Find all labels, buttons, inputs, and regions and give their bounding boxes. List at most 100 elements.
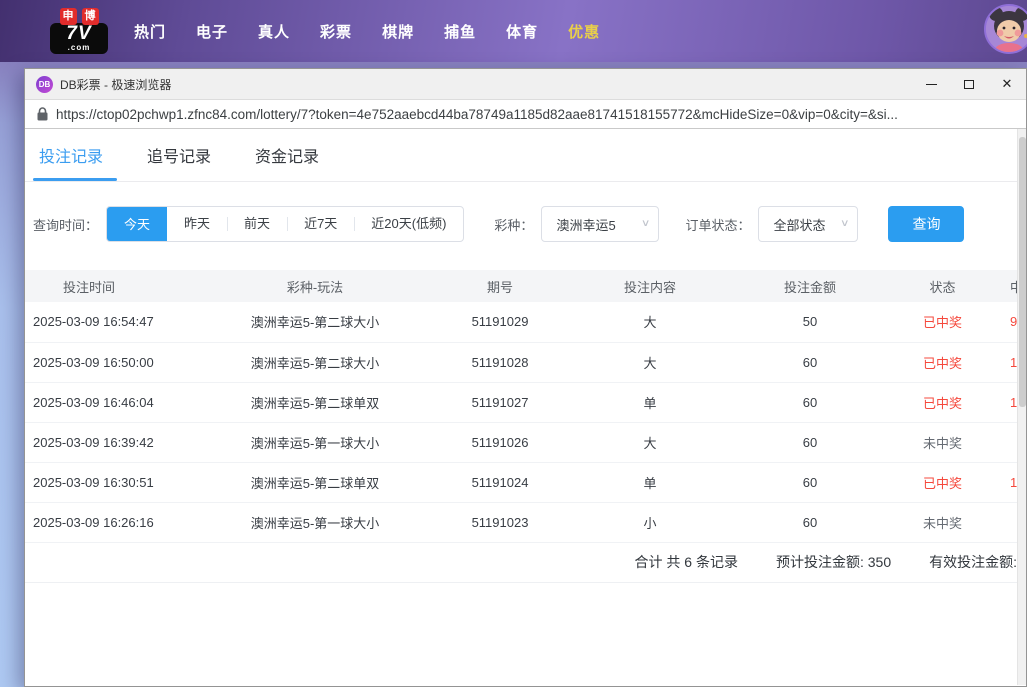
minimize-icon [926,84,937,85]
cell-bet-content: 大 [565,422,735,462]
time-filter-label: 查询时间： [33,215,98,234]
nav-item-live[interactable]: 真人 [258,21,290,42]
cell-bet-time: 2025-03-09 16:39:42 [25,422,195,462]
table-header-row: 投注时间彩种-玩法期号投注内容投注金额状态中奖金额 [25,270,1017,302]
nav-item-sports[interactable]: 体育 [506,21,538,42]
cell-bet-amount: 60 [735,422,885,462]
table-row: 2025-03-09 16:54:47澳洲幸运5-第二球大小51191029大5… [25,302,1017,342]
tabs-bar: 投注记录追号记录资金记录 [25,129,1017,182]
avatar-illustration [986,6,1027,52]
cell-game-play: 澳洲幸运5-第一球大小 [195,422,435,462]
lottery-select-value: 澳洲幸运5 [556,215,615,234]
cell-game-play: 澳洲幸运5-第二球单双 [195,382,435,422]
summary-total: 合计 共 6 条记录 [635,552,738,572]
column-header-2: 彩种-玩法 [195,270,435,302]
lock-icon [37,107,48,121]
cell-game-play: 澳洲幸运5-第二球单双 [195,462,435,502]
summary-row: 合计 共 6 条记录 预计投注金额: 350 有效投注金额: [25,543,1017,583]
cell-issue-number: 51191029 [435,302,565,342]
nav-item-chess[interactable]: 棋牌 [382,21,414,42]
close-button[interactable]: ✕ [988,69,1026,99]
tab-bet-records[interactable]: 投注记录 [37,129,105,181]
maximize-button[interactable] [950,69,988,99]
cell-prize-amount [1000,502,1017,542]
cell-prize-amount: 1 [1000,342,1017,382]
cell-bet-amount: 50 [735,302,885,342]
tab-chase-records[interactable]: 追号记录 [145,129,213,181]
tab-funds-records[interactable]: 资金记录 [253,129,321,181]
cell-issue-number: 51191024 [435,462,565,502]
column-header-6: 状态 [885,270,1000,302]
time-option-yesterday[interactable]: 昨天 [167,207,227,241]
cell-bet-amount: 60 [735,462,885,502]
logo-badge-shen: 申 [60,8,77,25]
cell-issue-number: 51191023 [435,502,565,542]
url-text: https://ctop02pchwp1.zfnc84.com/lottery/… [56,107,898,122]
time-filter-group: 今天昨天前天近7天近20天(低频) [106,206,464,242]
search-button[interactable]: 查询 [888,206,964,242]
cell-bet-amount: 60 [735,502,885,542]
time-option-last-20-days[interactable]: 近20天(低频) [354,207,463,241]
browser-window: DB DB彩票 - 极速浏览器 ✕ https://ctop02pchwp1.z… [24,68,1027,687]
cell-prize-amount: 1 [1000,382,1017,422]
lottery-filter-label: 彩种： [494,215,533,234]
cell-bet-time: 2025-03-09 16:54:47 [25,302,195,342]
cell-bet-content: 大 [565,302,735,342]
cell-game-play: 澳洲幸运5-第二球大小 [195,342,435,382]
browser-titlebar[interactable]: DB DB彩票 - 极速浏览器 ✕ [25,69,1026,100]
nav-item-hot[interactable]: 热门 [134,21,166,42]
site-logo[interactable]: 申 博 7V .com [50,8,108,54]
column-header-3: 期号 [435,270,565,302]
cell-game-play: 澳洲幸运5-第二球大小 [195,302,435,342]
minimize-button[interactable] [912,69,950,99]
nav-item-slots[interactable]: 电子 [196,21,228,42]
table-row: 2025-03-09 16:46:04澳洲幸运5-第二球单双51191027单6… [25,382,1017,422]
cell-bet-time: 2025-03-09 16:46:04 [25,382,195,422]
summary-expected-amount: 预计投注金额: 350 [776,552,891,572]
order-status-label: 订单状态： [685,215,750,234]
cell-status: 已中奖 [885,342,1000,382]
table-row: 2025-03-09 16:50:00澳洲幸运5-第二球大小51191028大6… [25,342,1017,382]
time-option-last-7-days[interactable]: 近7天 [287,207,354,241]
table-row: 2025-03-09 16:26:16澳洲幸运5-第一球大小51191023小6… [25,502,1017,542]
cell-prize-amount: 1 [1000,462,1017,502]
cell-status: 已中奖 [885,462,1000,502]
cell-bet-content: 小 [565,502,735,542]
nav-item-fishing[interactable]: 捕鱼 [444,21,476,42]
window-title: DB彩票 - 极速浏览器 [60,76,171,93]
table-row: 2025-03-09 16:30:51澳洲幸运5-第二球单双51191024单6… [25,462,1017,502]
cell-bet-time: 2025-03-09 16:30:51 [25,462,195,502]
address-bar[interactable]: https://ctop02pchwp1.zfnc84.com/lottery/… [25,100,1026,129]
summary-valid-amount: 有效投注金额: [929,552,1017,572]
order-status-select[interactable]: 全部状态 ∨ [758,206,858,242]
app-icon: DB [36,76,53,93]
cell-bet-amount: 60 [735,342,885,382]
user-avatar[interactable] [984,4,1027,54]
nav-item-promo[interactable]: 优惠 [568,21,600,42]
site-nav: 热门 电子 真人 彩票 棋牌 捕鱼 体育 优惠 [134,21,600,42]
cell-issue-number: 51191026 [435,422,565,462]
logo-box: 7V .com [50,23,108,54]
column-header-1: 投注时间 [25,270,195,302]
column-header-5: 投注金额 [735,270,885,302]
page-content: 投注记录追号记录资金记录 查询时间： 今天昨天前天近7天近20天(低频) 彩种：… [25,129,1026,685]
logo-badge-bo: 博 [82,8,99,25]
cell-bet-time: 2025-03-09 16:26:16 [25,502,195,542]
cell-prize-amount: 9 [1000,302,1017,342]
scrollbar[interactable] [1017,129,1026,685]
records-table: 投注时间彩种-玩法期号投注内容投注金额状态中奖金额 2025-03-09 16:… [25,270,1017,543]
time-option-day-before[interactable]: 前天 [227,207,287,241]
logo-badges: 申 博 [60,8,99,25]
records-table-container: 投注时间彩种-玩法期号投注内容投注金额状态中奖金额 2025-03-09 16:… [25,270,1017,543]
nav-item-lottery[interactable]: 彩票 [320,21,352,42]
cell-prize-amount [1000,422,1017,462]
cell-bet-amount: 60 [735,382,885,422]
order-status-value: 全部状态 [773,215,825,234]
window-controls: ✕ [912,69,1026,99]
logo-suffix: .com [50,43,108,52]
scrollbar-thumb[interactable] [1019,137,1026,407]
lottery-select[interactable]: 澳洲幸运5 ∨ [541,206,659,242]
chevron-down-icon: ∨ [840,217,850,229]
logo-text: 7V [50,24,108,43]
time-option-today[interactable]: 今天 [107,206,167,242]
